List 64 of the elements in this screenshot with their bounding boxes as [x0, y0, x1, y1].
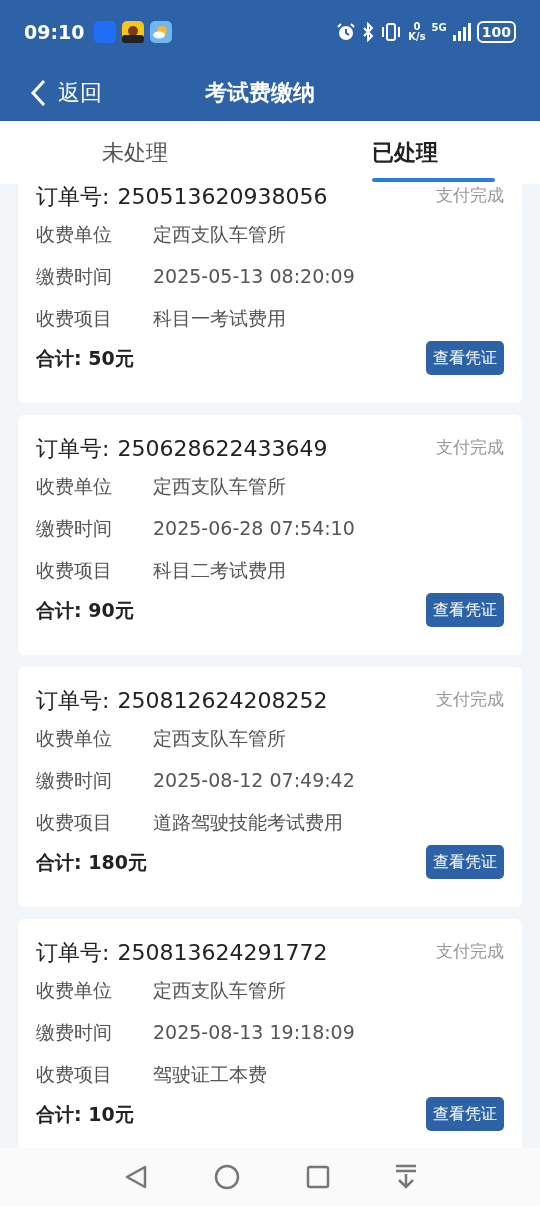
- order-label: 订单号:: [36, 686, 110, 715]
- order-number: 250813624291772: [117, 938, 329, 967]
- status-time: 09:10: [24, 19, 85, 45]
- back-button[interactable]: 返回: [30, 76, 102, 109]
- payment-status: 支付完成: [436, 940, 504, 964]
- field-value: 2025-08-12 07:49:42: [153, 767, 355, 793]
- net-speed-value: 0: [413, 22, 421, 32]
- field-value: 科目二考试费用: [153, 557, 286, 583]
- tab[interactable]: 未处理: [0, 121, 270, 184]
- weather-icon: [150, 21, 173, 43]
- order-number: 250513620938056: [117, 184, 329, 211]
- total-amount: 合计: 90元: [36, 597, 134, 623]
- field-value: 道路驾驶技能考试费用: [153, 809, 343, 835]
- alarm-icon: [336, 22, 357, 42]
- field-value: 定西支队车管所: [153, 473, 286, 499]
- network-type: 5G: [431, 21, 447, 35]
- view-receipt-button[interactable]: 查看凭证: [426, 593, 504, 627]
- field-value: 2025-06-28 07:54:10: [153, 515, 355, 541]
- field-label: 收费项目: [36, 809, 113, 835]
- field-label: 缴费时间: [36, 263, 113, 289]
- field-label: 收费单位: [36, 977, 113, 1003]
- order-label: 订单号:: [36, 434, 110, 463]
- page-title: 考试费缴纳: [205, 79, 315, 107]
- field-value: 科目一考试费用: [153, 305, 286, 331]
- payment-status: 支付完成: [436, 436, 504, 460]
- bluetooth-icon: [362, 22, 375, 42]
- order-number: 250812624208252: [117, 686, 329, 715]
- order-label: 订单号:: [36, 938, 110, 967]
- field-label: 缴费时间: [36, 767, 113, 793]
- field-value: 2025-08-13 19:18:09: [153, 1019, 355, 1045]
- vibrate-icon: [380, 22, 403, 42]
- field-value: 2025-05-13 08:20:09: [153, 263, 355, 289]
- field-label: 收费项目: [36, 1061, 113, 1087]
- notification-pull-icon[interactable]: [395, 1164, 418, 1190]
- chevron-left-icon: [30, 78, 46, 107]
- field-label: 收费单位: [36, 725, 113, 751]
- view-receipt-button[interactable]: 查看凭证: [426, 341, 504, 375]
- field-label: 收费项目: [36, 557, 113, 583]
- field-value: 驾驶证工本费: [153, 1061, 267, 1087]
- signal-icon: [452, 23, 471, 41]
- app-icon: [122, 21, 145, 43]
- field-label: 收费项目: [36, 305, 113, 331]
- recents-nav-icon[interactable]: [305, 1165, 330, 1189]
- field-value: 定西支队车管所: [153, 977, 286, 1003]
- tab[interactable]: 已处理: [270, 121, 540, 184]
- view-receipt-button[interactable]: 查看凭证: [426, 845, 504, 879]
- field-value: 定西支队车管所: [153, 221, 286, 247]
- net-speed-unit: K/s: [408, 32, 426, 42]
- total-amount: 合计: 50元: [36, 345, 134, 371]
- total-amount: 合计: 180元: [36, 849, 147, 875]
- order-number: 250628622433649: [117, 434, 329, 463]
- view-receipt-button[interactable]: 查看凭证: [426, 1097, 504, 1131]
- battery-indicator: 100: [476, 21, 516, 43]
- field-label: 缴费时间: [36, 515, 113, 541]
- field-label: 收费单位: [36, 221, 113, 247]
- home-nav-icon[interactable]: [214, 1164, 241, 1190]
- field-value: 定西支队车管所: [153, 725, 286, 751]
- payment-status: 支付完成: [436, 688, 504, 712]
- total-amount: 合计: 10元: [36, 1101, 134, 1127]
- payment-status: 支付完成: [436, 184, 504, 208]
- order-label: 订单号:: [36, 184, 110, 211]
- app-icon: [94, 21, 117, 43]
- field-label: 收费单位: [36, 473, 113, 499]
- field-label: 缴费时间: [36, 1019, 113, 1045]
